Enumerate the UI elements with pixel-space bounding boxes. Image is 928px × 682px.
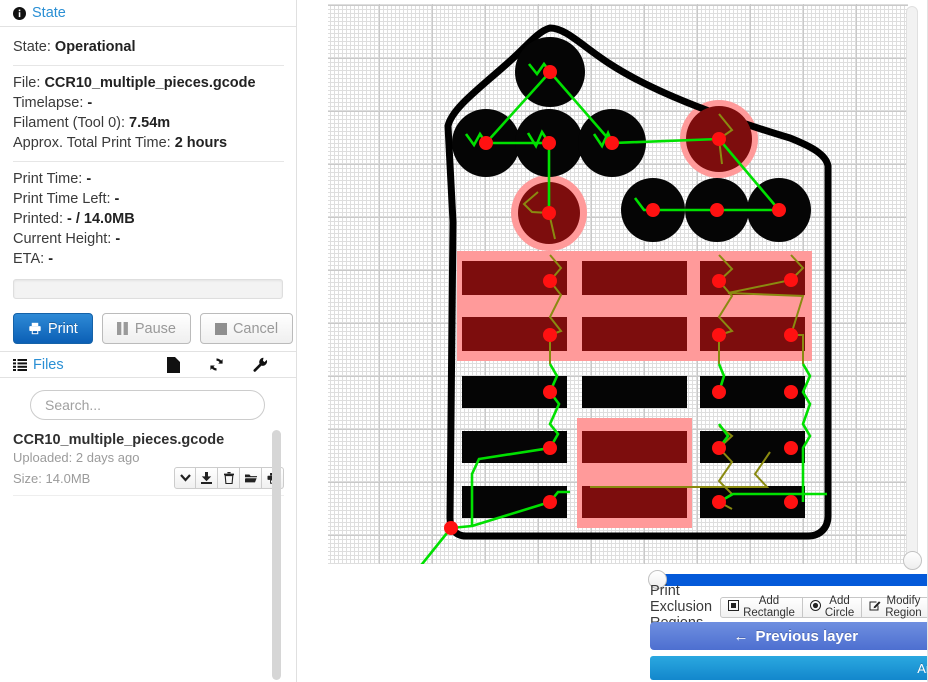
state-label: State: xyxy=(13,39,51,55)
divider xyxy=(13,161,284,162)
files-panel: Files Search... CCR10_multiple_pieces.gc… xyxy=(0,351,296,682)
print-time-left-value: - xyxy=(114,191,120,207)
print-controls: Print Pause Cancel xyxy=(13,299,294,358)
exclusion-region-toolbar: Print Exclusion Regions Add Rectangle Ad… xyxy=(650,583,928,631)
load-file-button[interactable] xyxy=(240,467,262,489)
search-input[interactable] xyxy=(30,390,265,420)
file-name: CCR10_multiple_pieces.gcode xyxy=(13,432,225,448)
printer-icon xyxy=(28,322,42,335)
pencil-square-icon xyxy=(869,600,881,614)
state-panel-body: State: Operational File: CCR10_multiple_… xyxy=(0,27,296,358)
file-size: Size: 14.0MB xyxy=(13,470,91,486)
layer-slider-handle[interactable] xyxy=(903,551,922,570)
previous-layer-label: Previous layer xyxy=(755,627,859,645)
previous-layer-button[interactable]: ← Previous layer xyxy=(650,622,928,650)
state-value: Operational xyxy=(54,39,136,55)
arrow-left-icon: ← xyxy=(733,627,749,645)
print-time-left-row: Print Time Left: - xyxy=(13,189,284,209)
sidebar: State State: Operational File: CCR10_mul… xyxy=(0,0,297,682)
state-row: State: Operational xyxy=(13,37,284,57)
print-button-label: Print xyxy=(48,320,78,337)
eta-value: - xyxy=(48,251,54,267)
filament-value: 7.54m xyxy=(129,115,171,131)
octoprint-app: State State: Operational File: CCR10_mul… xyxy=(0,0,928,682)
print-progress-bar xyxy=(13,279,283,299)
wrench-icon[interactable] xyxy=(253,357,268,372)
state-panel-header[interactable]: State xyxy=(0,0,296,27)
add-rectangle-label: Add Rectangle xyxy=(743,595,795,619)
gcode-render xyxy=(420,24,832,564)
pause-button[interactable]: Pause xyxy=(101,313,191,344)
eta-row: ETA: - xyxy=(13,249,284,269)
divider xyxy=(13,65,284,66)
printed-row: Printed: - / 14.0MB xyxy=(13,209,284,229)
print-time-left-label: Print Time Left: xyxy=(13,191,111,207)
timelapse-label: Timelapse: xyxy=(13,95,84,111)
file-action-group xyxy=(174,467,284,489)
state-panel-title: State xyxy=(32,5,66,21)
filament-label: Filament (Tool 0): xyxy=(13,115,126,131)
files-panel-header[interactable]: Files xyxy=(0,351,296,378)
add-rectangle-button[interactable]: Add Rectangle xyxy=(720,595,803,619)
file-list-scrollbar[interactable] xyxy=(272,430,281,680)
state-panel: State State: Operational File: CCR10_mul… xyxy=(0,0,296,358)
layer-slider[interactable] xyxy=(903,6,922,570)
delete-file-button[interactable] xyxy=(218,467,240,489)
info-circle-icon xyxy=(13,6,26,20)
refresh-icon[interactable] xyxy=(209,357,224,372)
file-list: CCR10_multiple_pieces.gcode Uploaded: 2 … xyxy=(0,430,296,682)
analyzed-status-button[interactable]: Analyzed xyxy=(650,656,928,680)
eta-label: ETA: xyxy=(13,251,45,267)
printed-label: Printed: xyxy=(13,211,63,227)
total-print-time-row: Approx. Total Print Time: 2 hours xyxy=(13,133,284,153)
add-circle-label: Add Circle xyxy=(824,595,855,619)
list-icon xyxy=(13,358,27,371)
file-row-actions: Size: 14.0MB xyxy=(13,467,284,489)
add-circle-button[interactable]: Add Circle xyxy=(802,595,863,619)
current-height-row: Current Height: - xyxy=(13,229,284,249)
file-row: File: CCR10_multiple_pieces.gcode xyxy=(13,73,284,93)
printed-value: - / 14.0MB xyxy=(67,211,135,227)
print-button[interactable]: Print xyxy=(13,313,93,344)
filament-row: Filament (Tool 0): 7.54m xyxy=(13,113,284,133)
print-time-label: Print Time: xyxy=(13,171,83,187)
timelapse-row: Timelapse: - xyxy=(13,93,284,113)
cancel-button[interactable]: Cancel xyxy=(199,313,294,344)
gcode-canvas[interactable] xyxy=(328,4,908,564)
stop-icon xyxy=(214,322,227,335)
total-print-time-label: Approx. Total Print Time: xyxy=(13,135,171,151)
rectangle-icon xyxy=(728,600,740,614)
layer-navigation: ← Previous layer Next layer → xyxy=(650,622,928,650)
files-panel-title: Files xyxy=(33,356,64,373)
circle-icon xyxy=(809,600,821,614)
timelapse-value: - xyxy=(87,95,93,111)
gcode-viewer: Print Exclusion Regions Add Rectangle Ad… xyxy=(318,0,928,682)
file-value: CCR10_multiple_pieces.gcode xyxy=(44,75,256,91)
print-time-value: - xyxy=(86,171,92,187)
current-height-label: Current Height: xyxy=(13,231,112,247)
file-label: File: xyxy=(13,75,41,91)
list-item[interactable]: CCR10_multiple_pieces.gcode Uploaded: 2 … xyxy=(13,430,284,496)
file-details-toggle[interactable] xyxy=(174,467,196,489)
pause-icon xyxy=(116,322,129,335)
file-uploaded: Uploaded: 2 days ago xyxy=(13,450,140,465)
upload-file-icon[interactable] xyxy=(167,356,180,373)
cancel-button-label: Cancel xyxy=(232,320,279,337)
print-time-row: Print Time: - xyxy=(13,169,284,189)
modify-region-button[interactable]: Modify Region xyxy=(862,595,928,619)
file-search-wrap xyxy=(0,378,296,430)
download-file-button[interactable] xyxy=(196,467,218,489)
pause-button-label: Pause xyxy=(134,320,176,337)
modify-region-label: Modify Region xyxy=(885,595,922,619)
total-print-time-value: 2 hours xyxy=(174,135,228,151)
current-height-value: - xyxy=(115,231,121,247)
